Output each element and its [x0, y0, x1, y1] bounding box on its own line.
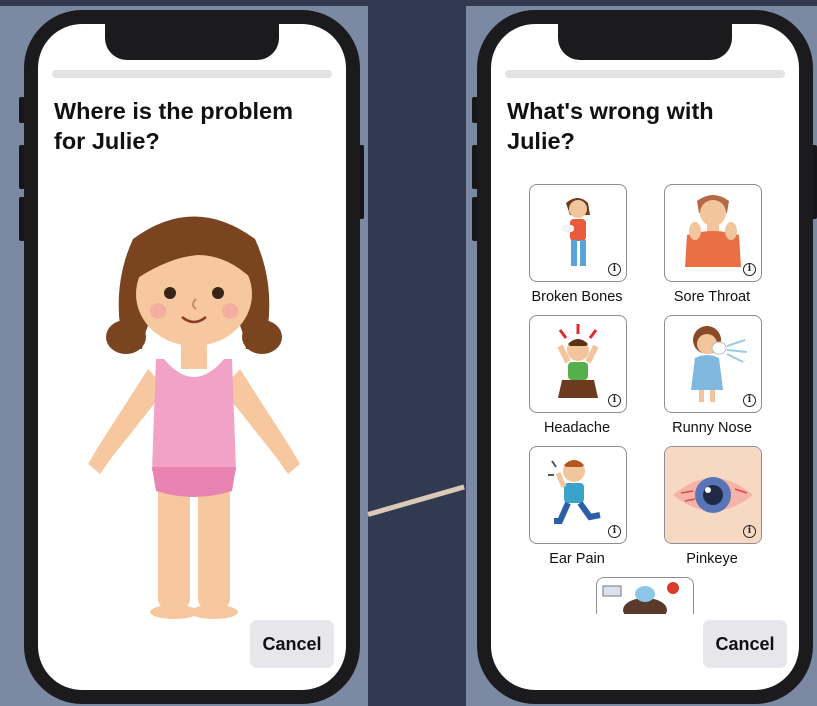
info-icon[interactable]: i: [608, 263, 621, 276]
condition-label: Runny Nose: [672, 420, 752, 436]
condition-card-runny-nose[interactable]: i: [664, 315, 762, 413]
cancel-button[interactable]: Cancel: [703, 620, 787, 668]
sheet-handle[interactable]: [52, 70, 332, 78]
info-icon[interactable]: i: [743, 263, 756, 276]
background-stripe: [367, 484, 465, 517]
info-icon[interactable]: i: [743, 525, 756, 538]
condition-label: Pinkeye: [686, 551, 738, 567]
page-title: Where is the problem for Julie?: [54, 98, 293, 154]
girl-body-figure[interactable]: [78, 199, 310, 619]
condition-card-sore-throat[interactable]: i: [664, 184, 762, 282]
sick-kit-icon: [602, 582, 679, 614]
condition-label: Sore Throat: [673, 289, 751, 305]
cancel-button[interactable]: Cancel: [250, 620, 334, 668]
screen-condition-select: What's wrong with Julie? i Broken Bones: [491, 24, 799, 690]
condition-label: Headache: [543, 420, 611, 436]
info-icon[interactable]: i: [608, 525, 621, 538]
phone-frame-left: Where is the problem for Julie? Cancel: [24, 10, 360, 704]
condition-card-sick-kit[interactable]: [596, 577, 694, 614]
sheet-handle[interactable]: [505, 70, 785, 78]
phone-notch: [558, 24, 732, 60]
condition-card-broken-bones[interactable]: i: [529, 184, 627, 282]
condition-card-headache[interactable]: i: [529, 315, 627, 413]
info-icon[interactable]: i: [608, 394, 621, 407]
phone-notch: [105, 24, 279, 60]
condition-card-pinkeye[interactable]: i: [664, 446, 762, 544]
page-title: What's wrong with Julie?: [507, 98, 714, 154]
condition-card-ear-pain[interactable]: i: [529, 446, 627, 544]
phone-frame-right: What's wrong with Julie? i Broken Bones: [477, 10, 813, 704]
condition-label: Broken Bones: [531, 289, 623, 305]
screen-body-location: Where is the problem for Julie? Cancel: [38, 24, 346, 690]
info-icon[interactable]: i: [743, 394, 756, 407]
condition-label: Ear Pain: [549, 551, 605, 567]
